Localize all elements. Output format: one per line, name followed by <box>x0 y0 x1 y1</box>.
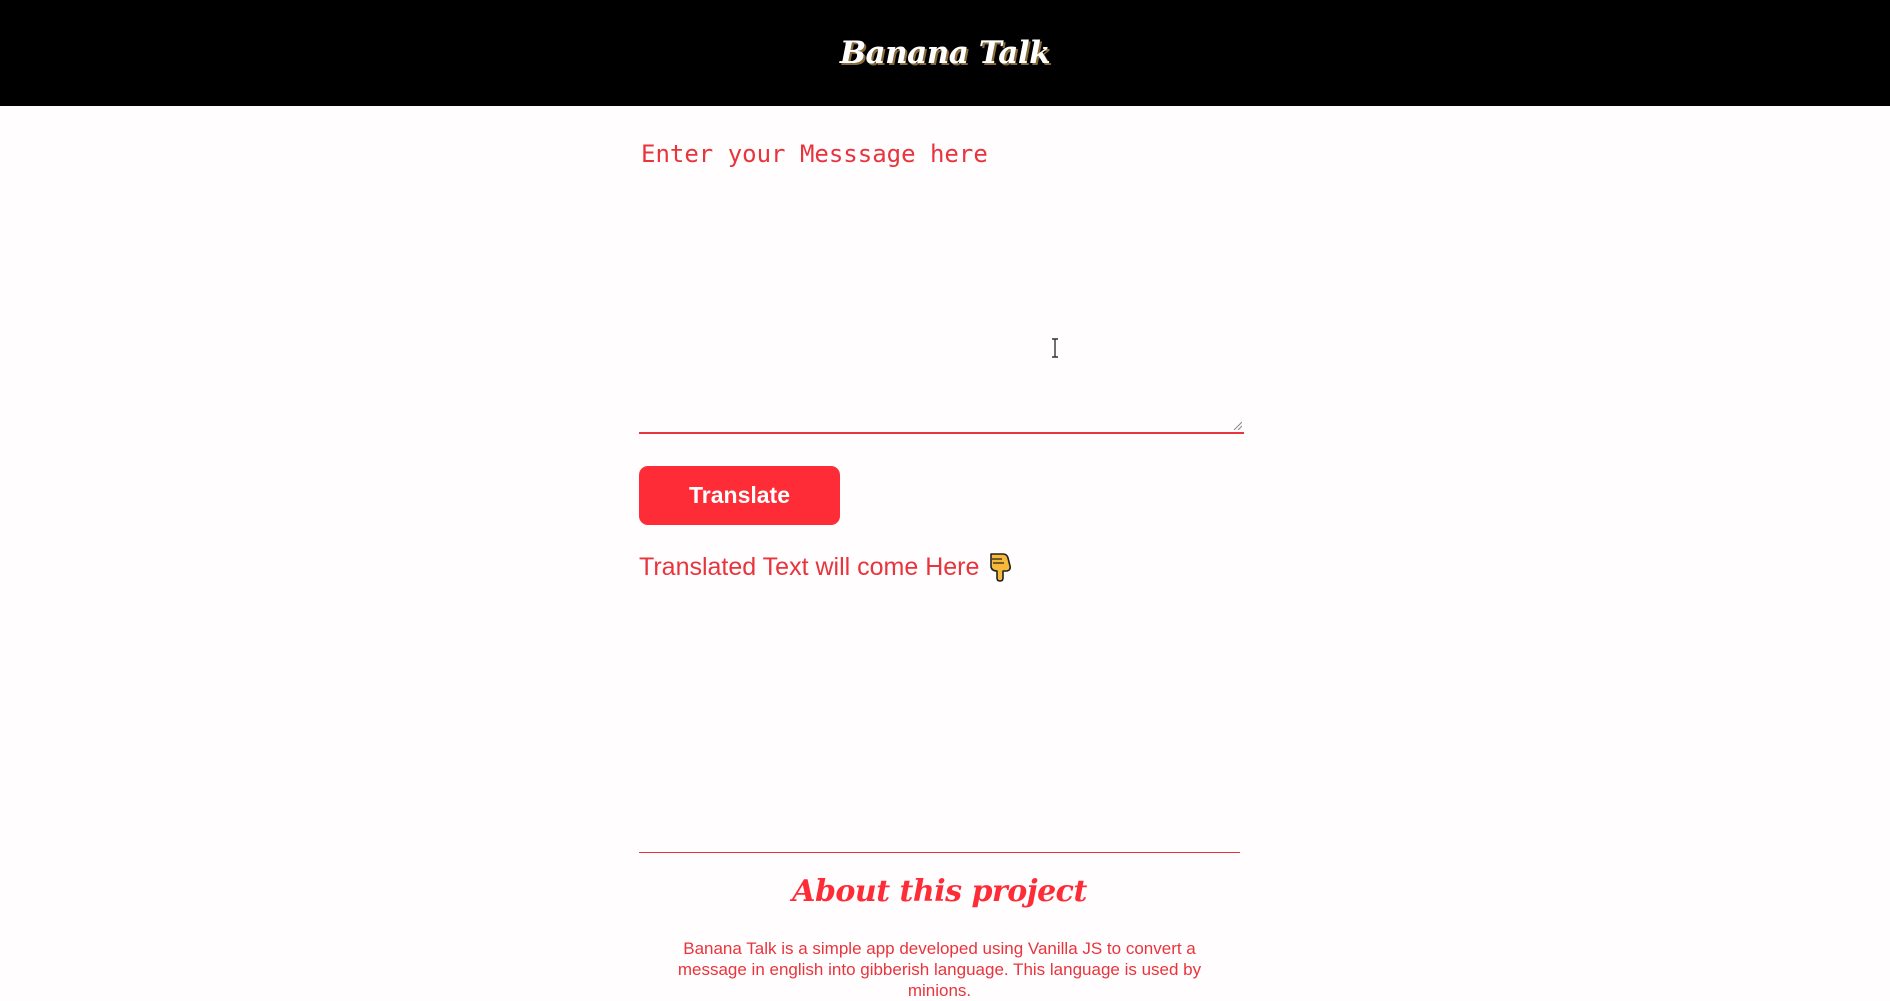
pointing-down-icon <box>990 553 1012 582</box>
output-label-text: Translated Text will come Here <box>639 552 980 581</box>
top-navbar: Banana Talk <box>0 0 1890 106</box>
output-label: Translated Text will come Here <box>639 552 1013 582</box>
about-heading: About this project <box>792 874 1087 909</box>
about-description: Banana Talk is a simple app developed us… <box>677 939 1202 1000</box>
translate-button[interactable]: Translate <box>639 466 840 525</box>
message-input[interactable]: Enter your Messsage here <box>639 120 1244 434</box>
translated-output <box>639 596 1240 853</box>
app-title: Banana Talk <box>839 35 1051 71</box>
message-input-placeholder: Enter your Messsage here <box>641 140 988 168</box>
text-cursor-icon <box>1052 338 1058 358</box>
resize-handle-icon[interactable] <box>1232 420 1242 430</box>
